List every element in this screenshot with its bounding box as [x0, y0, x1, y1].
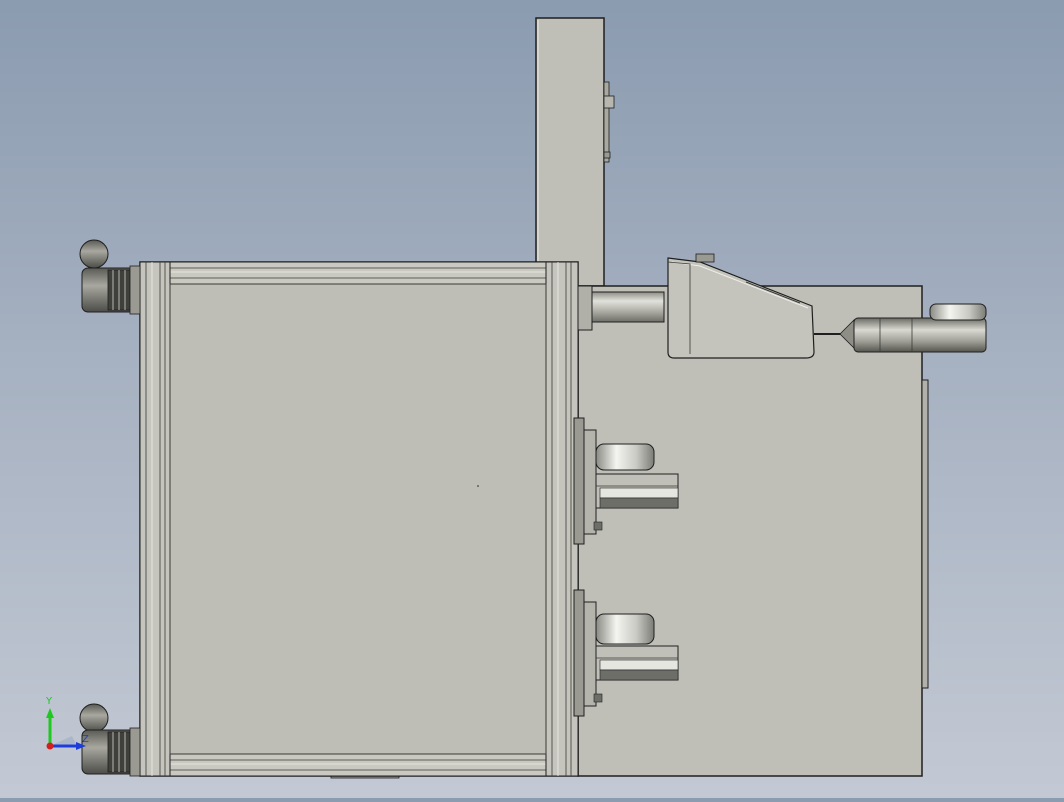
- top-pressure-gauge: [929, 303, 987, 321]
- rear-control-box[interactable]: [535, 17, 615, 287]
- main-frame[interactable]: [139, 261, 579, 777]
- triad-y-label: Y: [46, 696, 53, 707]
- caster-wheel-top: [79, 239, 141, 315]
- caster-wheel-bottom: [79, 703, 141, 777]
- triad-x-axis: [46, 742, 54, 750]
- triad-z-label: Z: [82, 734, 89, 745]
- cad-model-viewport[interactable]: Y Z: [0, 0, 1064, 798]
- control-pendant[interactable]: [667, 253, 815, 359]
